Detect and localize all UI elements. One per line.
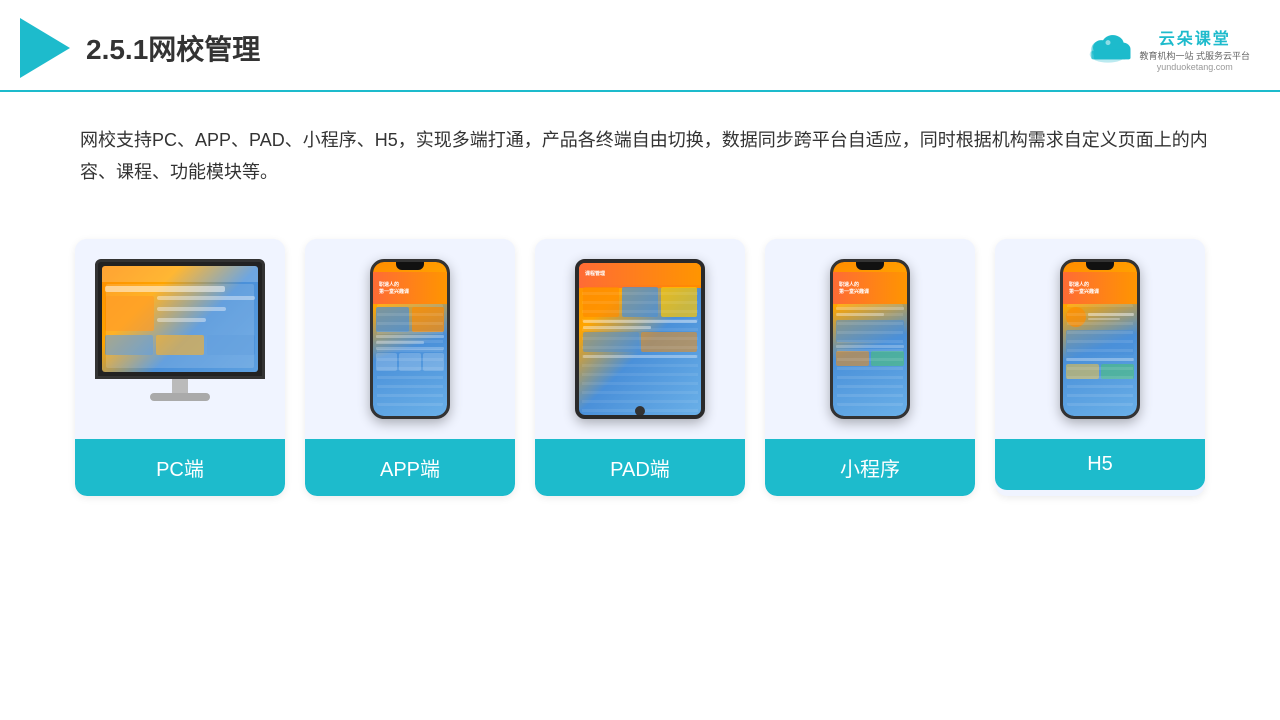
phone-mockup-miniapp: 职速人的第一堂兴趣课 — [830, 259, 910, 419]
card-label-miniapp: 小程序 — [765, 439, 975, 496]
phone-mockup-app: 职速人的第一堂兴趣课 — [370, 259, 450, 419]
card-image-h5: 职速人的第一堂兴趣课 — [995, 239, 1205, 439]
card-h5: 职速人的第一堂兴趣课 — [995, 239, 1205, 496]
card-pad: 课程管理 — [535, 239, 745, 496]
card-label-pc: PC端 — [75, 439, 285, 496]
card-image-pad: 课程管理 — [535, 239, 745, 439]
brand-name: 云朵课堂 — [1159, 25, 1231, 49]
card-app: 职速人的第一堂兴趣课 — [305, 239, 515, 496]
card-image-pc — [75, 239, 285, 439]
header-right: 云朵课堂 教育机构一站 式服务云平台 yunduoketang.com — [1083, 25, 1250, 72]
page-title: 2.5.1网校管理 — [86, 28, 260, 68]
pc-monitor-icon — [95, 259, 265, 419]
page-header: 2.5.1网校管理 云朵课堂 教育机构一站 式 — [0, 0, 1280, 92]
phone-mockup-h5: 职速人的第一堂兴趣课 — [1060, 259, 1140, 419]
card-image-app: 职速人的第一堂兴趣课 — [305, 239, 515, 439]
tablet-mockup-pad: 课程管理 — [575, 259, 705, 419]
card-miniapp: 职速人的第一堂兴趣课 小程序 — [765, 239, 975, 496]
brand-url: yunduoketang.com — [1157, 62, 1233, 72]
brand-text: 云朵课堂 教育机构一站 式服务云平台 yunduoketang.com — [1139, 25, 1250, 72]
logo-triangle-icon — [20, 18, 70, 78]
card-label-app: APP端 — [305, 439, 515, 496]
description-paragraph: 网校支持PC、APP、PAD、小程序、H5，实现多端打通，产品各终端自由切换，数… — [80, 124, 1230, 189]
card-image-miniapp: 职速人的第一堂兴趣课 — [765, 239, 975, 439]
header-left: 2.5.1网校管理 — [20, 18, 260, 78]
card-label-h5: H5 — [995, 439, 1205, 490]
brand-logo: 云朵课堂 教育机构一站 式服务云平台 yunduoketang.com — [1083, 25, 1250, 72]
device-cards-container: PC端 职速人的第一堂兴趣课 — [0, 219, 1280, 516]
card-pc: PC端 — [75, 239, 285, 496]
cloud-icon — [1083, 31, 1133, 66]
brand-tagline: 教育机构一站 式服务云平台 — [1139, 49, 1250, 62]
card-label-pad: PAD端 — [535, 439, 745, 496]
description-text: 网校支持PC、APP、PAD、小程序、H5，实现多端打通，产品各终端自由切换，数… — [0, 92, 1280, 209]
